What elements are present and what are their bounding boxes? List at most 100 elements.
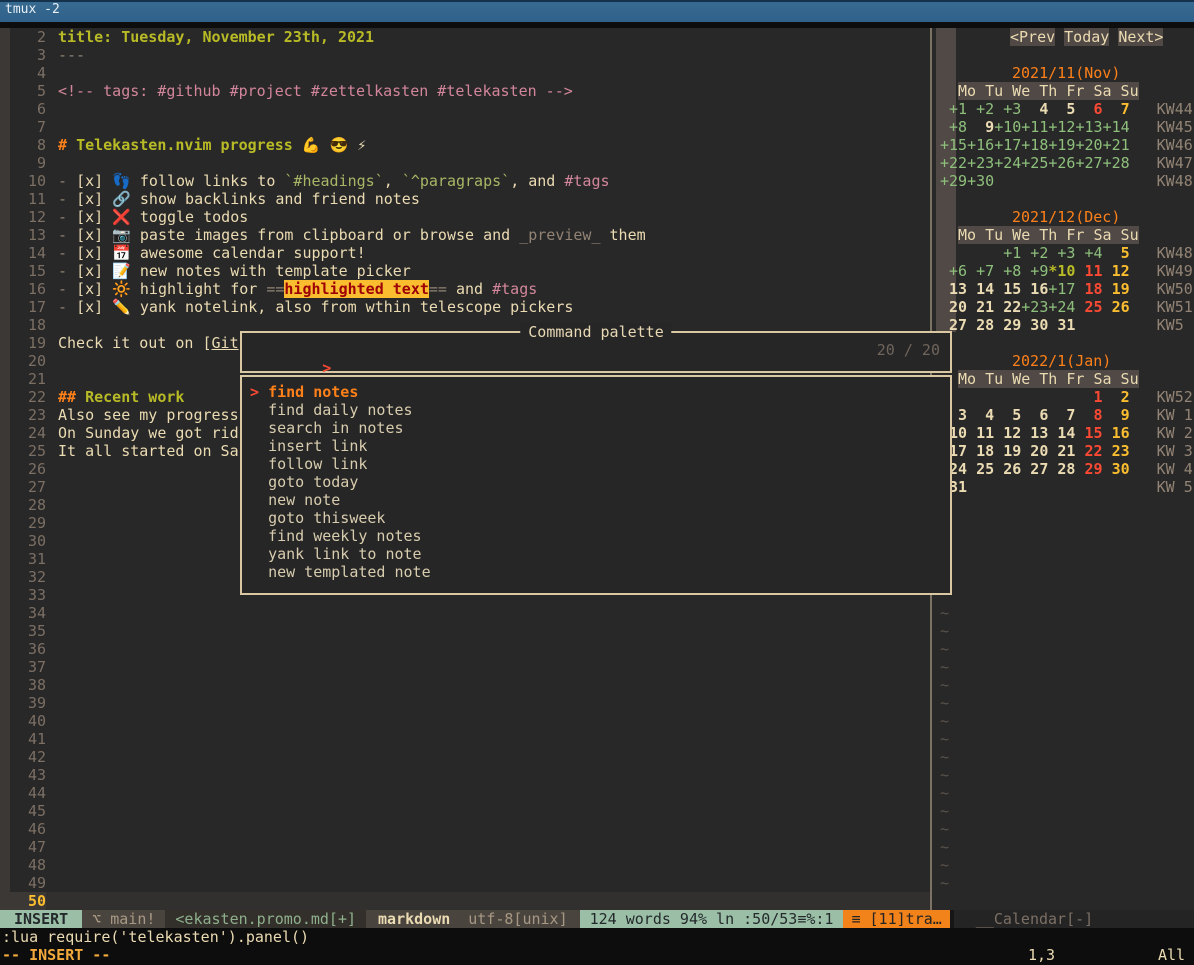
calendar-day[interactable]: +1 <box>994 244 1021 262</box>
editor-line[interactable]: 42 <box>0 748 930 766</box>
calendar-day[interactable]: +8 <box>994 262 1021 280</box>
calendar-day[interactable]: +14 <box>1103 118 1130 136</box>
editor-line[interactable]: 41 <box>0 730 930 748</box>
calendar-day[interactable]: +4 <box>1075 244 1102 262</box>
calendar-day[interactable]: 22 <box>1075 442 1102 460</box>
calendar-day[interactable]: 16 <box>1021 280 1048 298</box>
calendar-day[interactable]: 21 <box>1048 442 1075 460</box>
calendar-day[interactable]: 16 <box>1103 424 1130 442</box>
calendar-day[interactable]: 25 <box>967 460 994 478</box>
palette-item[interactable]: follow link <box>242 455 950 473</box>
calendar-day[interactable]: 29 <box>994 316 1021 334</box>
palette-item[interactable]: search in notes <box>242 419 950 437</box>
calendar-day[interactable]: 31 <box>1048 316 1075 334</box>
calendar-day[interactable]: +7 <box>967 262 994 280</box>
calendar-day[interactable]: 9 <box>967 118 994 136</box>
palette-item[interactable]: goto today <box>242 473 950 491</box>
calendar-pane[interactable]: <PrevTodayNext> 2021/11(Nov)Mo Tu We Th … <box>932 28 1194 892</box>
calendar-day[interactable]: 28 <box>1048 460 1075 478</box>
calendar-day[interactable]: 4 <box>967 406 994 424</box>
palette-prompt-box[interactable]: Command palette > 20 / 20 <box>240 331 952 373</box>
palette-item[interactable]: find daily notes <box>242 401 950 419</box>
command-line[interactable]: :lua require('telekasten').panel() <box>2 928 309 946</box>
calendar-day[interactable]: +11 <box>1021 118 1048 136</box>
calendar-day[interactable]: +8 <box>940 118 967 136</box>
calendar-day[interactable]: 7 <box>1103 100 1130 118</box>
calendar-nav-button-prev[interactable]: <Prev <box>1010 28 1055 46</box>
calendar-day[interactable]: 29 <box>1075 460 1102 478</box>
calendar-nav-button-next[interactable]: Next> <box>1118 28 1163 46</box>
palette-item[interactable]: new templated note <box>242 563 950 581</box>
calendar-day[interactable]: +16 <box>967 136 994 154</box>
editor-line[interactable]: 12- [x] ❌ toggle todos <box>0 208 930 226</box>
calendar-day[interactable]: 28 <box>967 316 994 334</box>
editor-line[interactable]: 2title: Tuesday, November 23th, 2021 <box>0 28 930 46</box>
calendar-day[interactable]: +1 <box>940 100 967 118</box>
editor-line[interactable]: 34 <box>0 604 930 622</box>
editor-line[interactable]: 13- [x] 📷 paste images from clipboard or… <box>0 226 930 244</box>
editor-line[interactable]: 15- [x] 📝 new notes with template picker <box>0 262 930 280</box>
calendar-day[interactable]: +30 <box>967 172 994 190</box>
calendar-day[interactable]: +25 <box>1021 154 1048 172</box>
calendar-day[interactable]: +19 <box>1048 136 1075 154</box>
calendar-day[interactable]: +12 <box>1048 118 1075 136</box>
calendar-day[interactable]: 26 <box>1103 298 1130 316</box>
calendar-day[interactable]: 19 <box>1103 280 1130 298</box>
calendar-day[interactable]: +3 <box>1048 244 1075 262</box>
calendar-day[interactable]: +28 <box>1103 154 1130 172</box>
calendar-day[interactable]: 27 <box>1021 460 1048 478</box>
editor-line[interactable]: 44 <box>0 784 930 802</box>
calendar-day[interactable]: +27 <box>1075 154 1102 172</box>
editor-line[interactable]: 38 <box>0 676 930 694</box>
calendar-day[interactable]: 30 <box>1021 316 1048 334</box>
calendar-day[interactable]: +24 <box>1048 298 1075 316</box>
calendar-day[interactable]: 6 <box>1021 406 1048 424</box>
calendar-day[interactable]: +2 <box>1021 244 1048 262</box>
calendar-day[interactable]: 1 <box>1075 388 1102 406</box>
calendar-day[interactable]: 7 <box>1048 406 1075 424</box>
calendar-day[interactable]: +13 <box>1075 118 1102 136</box>
command-palette[interactable]: Command palette > 20 / 20 > find notes f… <box>240 331 952 595</box>
calendar-day[interactable]: +29 <box>940 172 967 190</box>
calendar-day[interactable]: 26 <box>994 460 1021 478</box>
calendar-day[interactable]: 30 <box>1103 460 1130 478</box>
calendar-day[interactable]: 18 <box>1075 280 1102 298</box>
palette-results-box[interactable]: > find notes find daily notes search in … <box>240 375 952 595</box>
editor-line[interactable]: 46 <box>0 820 930 838</box>
editor-line[interactable]: 8# Telekasten.nvim progress 💪 😎 ⚡ <box>0 136 930 154</box>
editor-line[interactable]: 4 <box>0 64 930 82</box>
calendar-day[interactable]: +17 <box>994 136 1021 154</box>
editor-line[interactable]: 36 <box>0 640 930 658</box>
calendar-day[interactable]: 20 <box>1021 442 1048 460</box>
calendar-day[interactable]: 22 <box>994 298 1021 316</box>
calendar-day[interactable]: 20 <box>940 298 967 316</box>
palette-item[interactable]: > find notes <box>242 383 950 401</box>
calendar-day[interactable]: +23 <box>1021 298 1048 316</box>
editor-line[interactable]: 40 <box>0 712 930 730</box>
calendar-day[interactable]: 12 <box>1103 262 1130 280</box>
calendar-day[interactable]: +15 <box>940 136 967 154</box>
calendar-day[interactable]: 5 <box>1048 100 1075 118</box>
calendar-day[interactable]: *10 <box>1048 262 1075 280</box>
calendar-day[interactable]: 8 <box>1075 406 1102 424</box>
editor-line[interactable]: 7 <box>0 118 930 136</box>
calendar-day[interactable]: 19 <box>994 442 1021 460</box>
palette-item[interactable]: insert link <box>242 437 950 455</box>
calendar-day[interactable]: +24 <box>994 154 1021 172</box>
calendar-day[interactable]: +10 <box>994 118 1021 136</box>
calendar-day[interactable]: 11 <box>967 424 994 442</box>
calendar-day[interactable]: +18 <box>1021 136 1048 154</box>
editor-line[interactable]: 3--- <box>0 46 930 64</box>
calendar-day[interactable]: 23 <box>1103 442 1130 460</box>
editor-line[interactable]: 49 <box>0 874 930 892</box>
editor-line[interactable]: 45 <box>0 802 930 820</box>
editor-line[interactable]: 48 <box>0 856 930 874</box>
calendar-nav-button-today[interactable]: Today <box>1064 28 1109 46</box>
calendar-day[interactable]: 15 <box>1075 424 1102 442</box>
editor-line[interactable]: 10- [x] 👣 follow links to `#headings`, `… <box>0 172 930 190</box>
editor-line[interactable]: 47 <box>0 838 930 856</box>
calendar-day[interactable]: +23 <box>967 154 994 172</box>
calendar-day[interactable]: 5 <box>994 406 1021 424</box>
calendar-day[interactable]: 11 <box>1075 262 1102 280</box>
editor-line[interactable]: 50 <box>0 892 930 910</box>
